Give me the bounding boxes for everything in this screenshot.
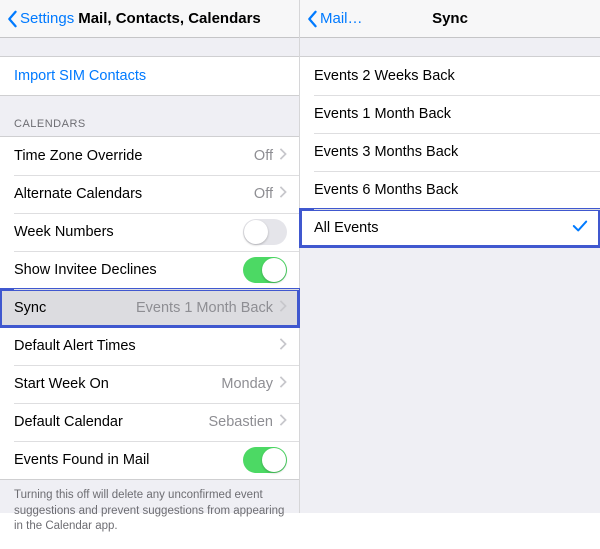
chevron-right-icon — [279, 414, 287, 430]
checkmark-icon — [572, 219, 588, 237]
chevron-right-icon — [279, 376, 287, 392]
row-show-invitee-declines: Show Invitee Declines — [0, 251, 299, 289]
chevron-right-icon — [279, 300, 287, 316]
row-default-alert-times[interactable]: Default Alert Times — [0, 327, 299, 365]
row-label: Week Numbers — [14, 224, 243, 240]
row-value: Events 1 Month Back — [136, 300, 273, 316]
chevron-right-icon — [279, 186, 287, 202]
sync-option-all-events[interactable]: All Events — [300, 209, 600, 247]
import-sim-label: Import SIM Contacts — [14, 68, 287, 84]
option-label: All Events — [314, 220, 572, 236]
row-label: Default Calendar — [14, 414, 209, 430]
chevron-right-icon — [279, 338, 287, 354]
row-start-week-on[interactable]: Start Week On Monday — [0, 365, 299, 403]
row-label: Alternate Calendars — [14, 186, 254, 202]
settings-pane: Settings Mail, Contacts, Calendars Impor… — [0, 0, 300, 513]
calendars-section-header: CALENDARS — [0, 96, 299, 136]
back-label: Mail… — [320, 10, 363, 27]
sync-option-3-months[interactable]: Events 3 Months Back — [300, 133, 600, 171]
row-value: Sebastien — [209, 414, 274, 430]
row-alternate-calendars[interactable]: Alternate Calendars Off — [0, 175, 299, 213]
row-label: Time Zone Override — [14, 148, 254, 164]
footer-note: Turning this off will delete any unconfi… — [0, 480, 299, 549]
import-sim-contacts[interactable]: Import SIM Contacts — [0, 57, 299, 95]
sync-pane: Mail… Sync Events 2 Weeks Back Events 1 … — [300, 0, 600, 513]
chevron-left-icon — [6, 10, 18, 28]
option-label: Events 3 Months Back — [314, 144, 588, 160]
row-week-numbers: Week Numbers — [0, 213, 299, 251]
row-label: Default Alert Times — [14, 338, 279, 354]
option-label: Events 1 Month Back — [314, 106, 588, 122]
toggle-week-numbers[interactable] — [243, 219, 287, 245]
row-label: Sync — [14, 300, 136, 316]
chevron-left-icon — [306, 10, 318, 28]
option-label: Events 2 Weeks Back — [314, 68, 588, 84]
toggle-events-in-mail[interactable] — [243, 447, 287, 473]
navbar-right: Mail… Sync — [300, 0, 600, 38]
toggle-invitee-declines[interactable] — [243, 257, 287, 283]
row-events-found-in-mail: Events Found in Mail — [0, 441, 299, 479]
row-label: Show Invitee Declines — [14, 262, 243, 278]
row-value: Off — [254, 186, 273, 202]
navbar-left: Settings Mail, Contacts, Calendars — [0, 0, 299, 38]
row-value: Monday — [221, 376, 273, 392]
row-sync[interactable]: Sync Events 1 Month Back — [0, 289, 299, 327]
chevron-right-icon — [279, 148, 287, 164]
row-label: Start Week On — [14, 376, 221, 392]
row-time-zone-override[interactable]: Time Zone Override Off — [0, 137, 299, 175]
sync-option-6-months[interactable]: Events 6 Months Back — [300, 171, 600, 209]
sync-option-2-weeks[interactable]: Events 2 Weeks Back — [300, 57, 600, 95]
sync-option-1-month[interactable]: Events 1 Month Back — [300, 95, 600, 133]
row-label: Events Found in Mail — [14, 452, 243, 468]
back-button-mail[interactable]: Mail… — [306, 10, 363, 28]
back-label: Settings — [20, 10, 74, 27]
back-button-settings[interactable]: Settings — [6, 10, 74, 28]
option-label: Events 6 Months Back — [314, 182, 588, 198]
row-default-calendar[interactable]: Default Calendar Sebastien — [0, 403, 299, 441]
row-value: Off — [254, 148, 273, 164]
page-title-left: Mail, Contacts, Calendars — [78, 10, 261, 27]
